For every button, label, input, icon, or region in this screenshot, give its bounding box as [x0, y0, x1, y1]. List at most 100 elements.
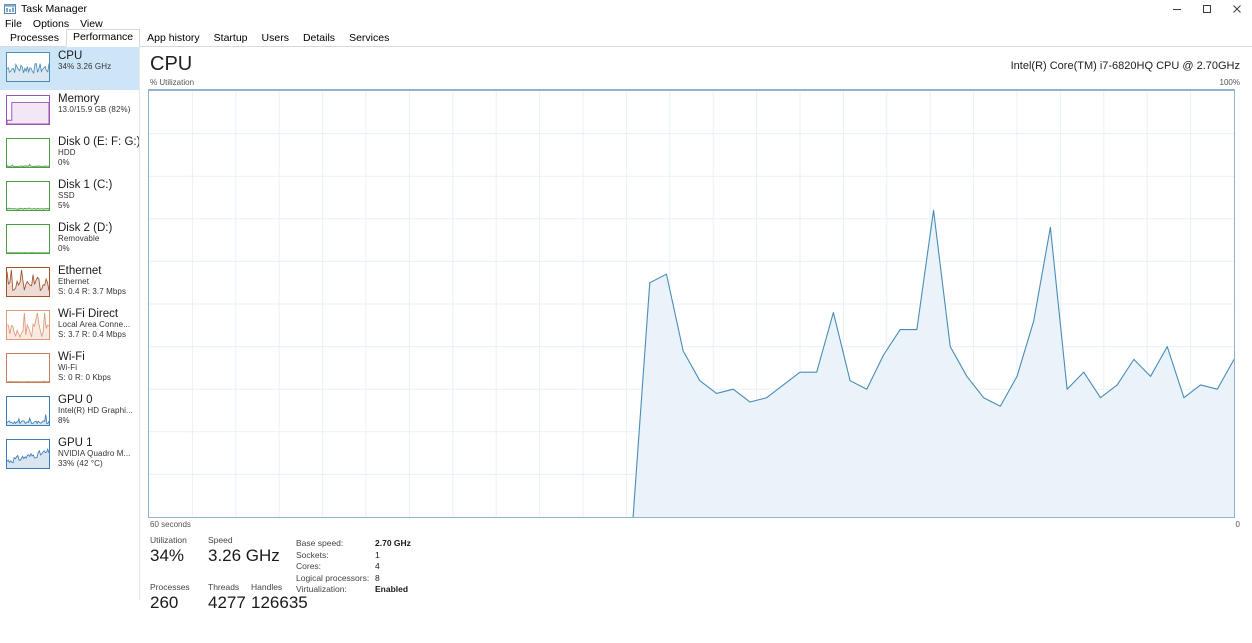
- content-area: CPU 34% 3.26 GHz Memory 13.0/15.9 GB (82%) D…: [0, 47, 1252, 612]
- resource-sidebar[interactable]: CPU 34% 3.26 GHz Memory 13.0/15.9 GB (82%) D…: [0, 47, 140, 600]
- stat-utilization-value: 34%: [150, 546, 185, 565]
- sidebar-item-ethernet[interactable]: Ethernet Ethernet S: 0.4 R: 3.7 Mbps: [0, 262, 139, 305]
- sidebar-item-wi-fi[interactable]: Wi-Fi Wi-Fi S: 0 R: 0 Kbps: [0, 348, 139, 391]
- sidebar-item-detail-2: S: 0.4 R: 3.7 Mbps: [58, 286, 127, 296]
- close-button[interactable]: [1222, 0, 1252, 18]
- sidebar-item-label: Disk 0 (E: F: G:): [58, 136, 140, 148]
- sidebar-item-label: GPU 1: [58, 437, 93, 449]
- spec-value: 2.70 GHz: [375, 538, 411, 548]
- sidebar-item-detail-1: NVIDIA Quadro M...: [58, 449, 131, 458]
- y-axis-max-label: 100%: [1219, 78, 1240, 87]
- tab-processes[interactable]: Processes: [3, 30, 66, 47]
- sidebar-item-detail-2: S: 0 R: 0 Kbps: [58, 372, 111, 382]
- cpu-sparkline-icon: [6, 52, 50, 82]
- window-title: Task Manager: [21, 2, 87, 15]
- sidebar-item-text: Disk 2 (D:) Removable 0%: [58, 221, 112, 253]
- spec-value: 8: [375, 572, 380, 583]
- stat-threads-value: 4277: [208, 593, 246, 612]
- spec-value: 4: [375, 561, 380, 572]
- stat-processes-label: Processes: [150, 582, 190, 592]
- sidebar-item-text: Memory 13.0/15.9 GB (82%): [58, 92, 131, 115]
- gpu0-sparkline-icon: [6, 396, 50, 426]
- wifi-sparkline-icon: [6, 353, 50, 383]
- sidebar-item-detail-1: SSD: [58, 191, 75, 200]
- sidebar-item-label: Memory: [58, 93, 100, 105]
- stat-processes: Processes 260: [150, 582, 190, 613]
- memory-sparkline-icon: [6, 95, 50, 125]
- task-manager-icon: [4, 3, 16, 15]
- spec-value: 1: [375, 549, 380, 560]
- sidebar-item-gpu-0[interactable]: GPU 0 Intel(R) HD Graphi... 8%: [0, 391, 139, 434]
- stat-speed-value: 3.26 GHz: [208, 546, 280, 565]
- sidebar-item-label: Wi-Fi: [58, 351, 85, 363]
- menu-item-options[interactable]: Options: [33, 19, 69, 30]
- sidebar-item-detail-2: S: 3.7 R: 0.4 Mbps: [58, 329, 127, 339]
- sidebar-item-detail-2: 8%: [58, 415, 70, 425]
- cpu-model-label: Intel(R) Core(TM) i7-6820HQ CPU @ 2.70GH…: [1010, 60, 1240, 72]
- sidebar-item-disk-1-c[interactable]: Disk 1 (C:) SSD 5%: [0, 176, 139, 219]
- sidebar-item-disk-0-e-f-g[interactable]: Disk 0 (E: F: G:) HDD 0%: [0, 133, 139, 176]
- sidebar-item-detail-2: 5%: [58, 200, 70, 210]
- spec-key: Base speed:: [296, 538, 344, 548]
- sidebar-item-detail-2: 33% (42 °C): [58, 458, 103, 468]
- sidebar-item-wi-fi-direct[interactable]: Wi-Fi Direct Local Area Conne... S: 3.7 R:…: [0, 305, 139, 348]
- sidebar-item-detail-1: HDD: [58, 148, 76, 157]
- sidebar-item-text: Disk 1 (C:) SSD 5%: [58, 178, 112, 210]
- sidebar-item-detail-1: Removable: [58, 234, 100, 243]
- sidebar-item-text: CPU 34% 3.26 GHz: [58, 49, 111, 72]
- menu-bar: File Options View: [0, 18, 1252, 31]
- tab-performance[interactable]: Performance: [66, 29, 141, 47]
- sidebar-item-label: GPU 0: [58, 394, 93, 406]
- sidebar-item-label: Ethernet: [58, 265, 102, 277]
- spec-row: Cores: 4: [296, 561, 411, 573]
- sidebar-item-memory[interactable]: Memory 13.0/15.9 GB (82%): [0, 90, 139, 133]
- sidebar-item-label: Wi-Fi Direct: [58, 308, 119, 320]
- disk0-sparkline-icon: [6, 138, 50, 168]
- sidebar-item-detail-1: Ethernet: [58, 277, 90, 286]
- tab-services[interactable]: Services: [342, 30, 396, 47]
- sidebar-item-detail-2: 0%: [58, 243, 70, 253]
- sidebar-item-text: Disk 0 (E: F: G:) HDD 0%: [58, 135, 139, 167]
- stat-utilization-label: Utilization: [150, 535, 187, 545]
- sidebar-item-detail-1: Wi-Fi: [58, 363, 78, 372]
- x-axis-label: 60 seconds: [150, 520, 191, 529]
- sidebar-item-label: Disk 1 (C:): [58, 179, 113, 191]
- spec-key: Sockets:: [296, 549, 329, 560]
- y-axis-label: % Utilization: [150, 78, 195, 87]
- tab-app-history[interactable]: App history: [140, 30, 207, 47]
- sidebar-item-text: GPU 1 NVIDIA Quadro M... 33% (42 °C): [58, 436, 131, 468]
- sidebar-item-disk-2-d[interactable]: Disk 2 (D:) Removable 0%: [0, 219, 139, 262]
- sidebar-item-label: CPU: [58, 50, 83, 62]
- page-title: CPU: [150, 53, 193, 75]
- stat-threads: Threads 4277: [208, 582, 246, 613]
- minimize-button[interactable]: [1162, 0, 1192, 18]
- disk1-sparkline-icon: [6, 181, 50, 211]
- sidebar-item-detail-1: Local Area Conne...: [58, 320, 131, 329]
- sidebar-item-gpu-1[interactable]: GPU 1 NVIDIA Quadro M... 33% (42 °C): [0, 434, 139, 477]
- tab-details[interactable]: Details: [296, 30, 342, 47]
- sidebar-item-text: Wi-Fi Wi-Fi S: 0 R: 0 Kbps: [58, 350, 111, 382]
- spec-key: Virtualization:: [296, 584, 347, 595]
- sidebar-item-cpu[interactable]: CPU 34% 3.26 GHz: [0, 47, 139, 90]
- disk2-sparkline-icon: [6, 224, 50, 254]
- spec-row: Base speed: 2.70 GHz: [296, 538, 411, 550]
- sidebar-item-detail-2: 0%: [58, 157, 70, 167]
- cpu-detail-panel: CPU Intel(R) Core(TM) i7-6820HQ CPU @ 2.…: [140, 47, 1252, 612]
- spec-key: Logical processors:: [296, 572, 370, 583]
- gpu1-sparkline-icon: [6, 439, 50, 469]
- cpu-stats: Utilization 34% Speed 3.26 GHz Processes…: [150, 535, 1230, 643]
- sidebar-item-label: Disk 2 (D:): [58, 222, 113, 234]
- sidebar-item-text: Wi-Fi Direct Local Area Conne... S: 3.7 R:…: [58, 307, 130, 339]
- window-controls: [1162, 0, 1252, 18]
- cpu-utilization-graph[interactable]: [148, 89, 1235, 518]
- sidebar-item-text: GPU 0 Intel(R) HD Graphi... 8%: [58, 393, 133, 425]
- stat-threads-label: Threads: [208, 582, 240, 592]
- wifi-direct-sparkline-icon: [6, 310, 50, 340]
- sidebar-item-detail-1: 34% 3.26 GHz: [58, 62, 112, 71]
- menu-item-view[interactable]: View: [80, 19, 103, 30]
- stat-speed: Speed 3.26 GHz: [208, 535, 280, 566]
- menu-item-file[interactable]: File: [5, 19, 22, 30]
- tab-users[interactable]: Users: [255, 30, 296, 47]
- tab-startup[interactable]: Startup: [207, 30, 255, 47]
- maximize-button[interactable]: [1192, 0, 1222, 18]
